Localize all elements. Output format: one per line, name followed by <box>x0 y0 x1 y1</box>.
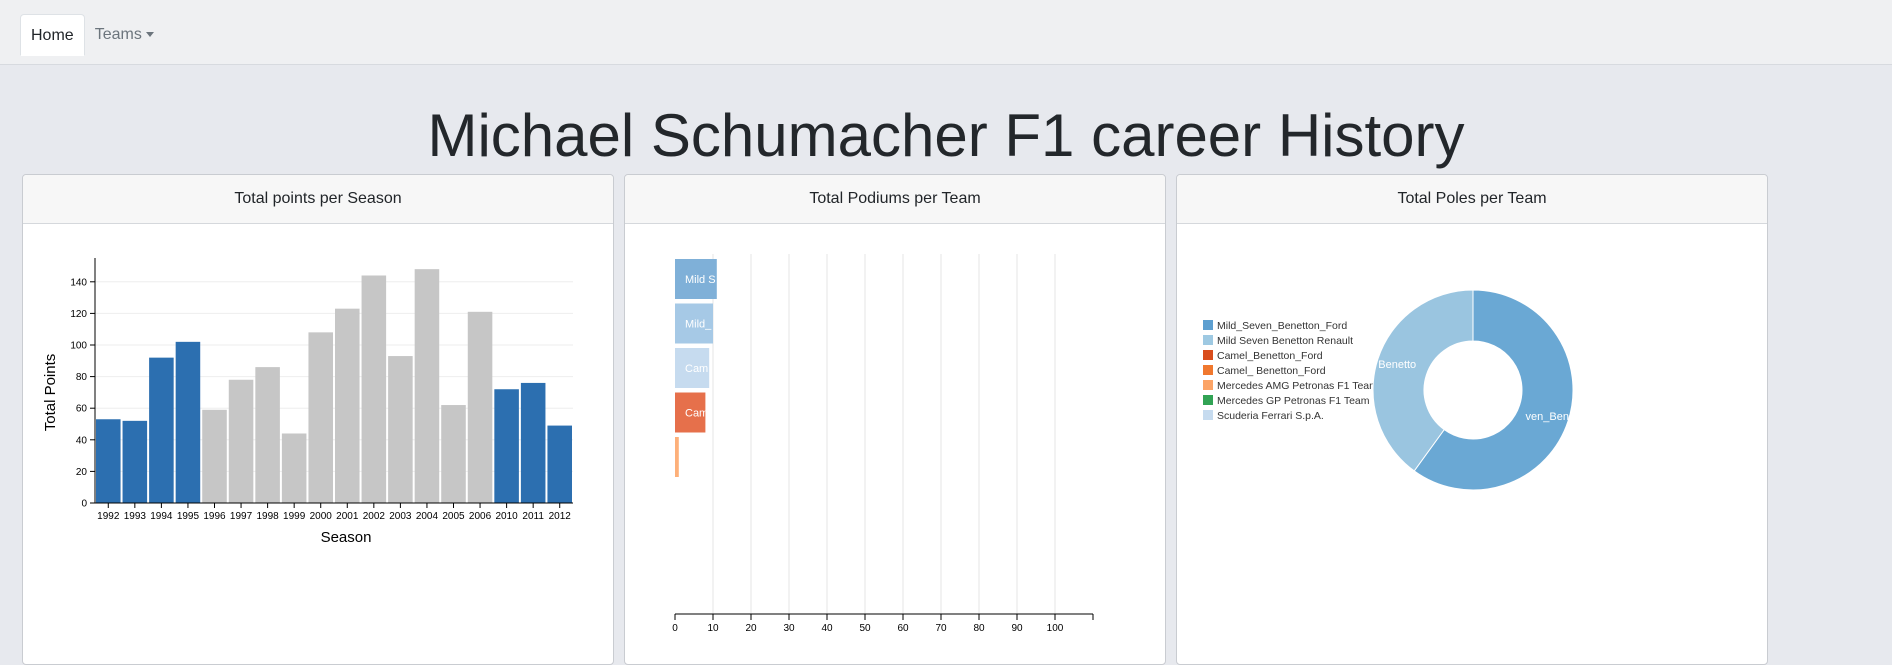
x-tick-label: 2005 <box>442 511 465 522</box>
page-title: Michael Schumacher F1 career History <box>427 102 1465 169</box>
x-tick-label: 2011 <box>522 511 544 522</box>
x-tick-label: 2012 <box>549 511 572 522</box>
x-tick-label: 60 <box>897 623 909 634</box>
podiums-bar-chart: Mild S Mild_ Cam Cam 0 10 20 30 40 50 60 70 80 90 100 <box>672 254 1094 634</box>
legend-swatch <box>1203 320 1213 330</box>
podiums-card-title: Total Podiums per Team <box>625 175 1165 224</box>
x-tick-label: 2006 <box>469 511 492 522</box>
season-bar <box>175 341 201 503</box>
x-tick-label: 1995 <box>177 511 200 522</box>
x-tick-label: 1994 <box>150 511 173 522</box>
donut-slice-label: n Benetto <box>1369 359 1416 371</box>
podium-bar-label: Mild S <box>685 274 716 286</box>
podiums-per-team-card: Total Podiums per Team Mild S Mild_ Cam Cam… <box>624 174 1166 665</box>
legend-swatch <box>1203 365 1213 375</box>
x-tick-label: 1996 <box>203 511 226 522</box>
x-tick-label: 90 <box>1011 623 1023 634</box>
legend-label: Mercedes AMG Petronas F1 Team <box>1217 380 1378 392</box>
podium-bar-label: Cam <box>685 408 708 420</box>
x-axis-title: Season <box>321 529 372 546</box>
points-card-title: Total points per Season <box>23 175 613 224</box>
season-bar <box>388 356 413 503</box>
teams-dropdown-label: Teams <box>94 26 142 43</box>
legend-swatch <box>1203 410 1213 420</box>
season-bar <box>308 332 333 503</box>
season-bar <box>494 389 519 503</box>
y-tick-label: 100 <box>70 341 87 352</box>
x-tick-label: 1997 <box>230 511 253 522</box>
season-bar <box>122 420 148 503</box>
x-tick-label: 40 <box>821 623 833 634</box>
legend-label: Mild Seven Benetton Renault <box>1217 335 1353 347</box>
nav-tabs: Home Teams <box>20 14 164 56</box>
legend-label: Camel_Benetton_Ford <box>1217 350 1323 362</box>
poles-per-team-card: Total Poles per Team Mild_Seven_Benetton… <box>1176 174 1768 665</box>
x-tick-label: 1999 <box>283 511 306 522</box>
season-bar <box>361 275 387 503</box>
season-bar <box>96 419 121 503</box>
season-bar <box>202 409 227 503</box>
poles-donut-chart: Mild_Seven_Benetton_Ford Mild Seven Benet… <box>1203 289 1582 491</box>
x-tick-label: 70 <box>935 623 947 634</box>
poles-card-title: Total Poles per Team <box>1177 175 1767 224</box>
donut-slice-label: ven_Benett <box>1526 411 1582 423</box>
legend-label: Scuderia Ferrari S.p.A. <box>1217 410 1324 422</box>
legend-swatch <box>1203 380 1213 390</box>
x-tick-label: 2001 <box>336 511 359 522</box>
caret-down-icon <box>145 32 154 38</box>
legend-label: Camel_ Benetton_Ford <box>1217 365 1326 377</box>
podium-bar-label: Cam <box>685 363 708 375</box>
y-tick-label: 0 <box>81 499 87 510</box>
season-bar <box>281 433 307 503</box>
legend-label: Mercedes GP Petronas F1 Team <box>1217 395 1370 407</box>
x-tick-label: 2000 <box>310 511 333 522</box>
x-tick-label: 2010 <box>495 511 518 522</box>
x-tick-label: 2002 <box>363 511 386 522</box>
x-tick-label: 0 <box>672 623 678 634</box>
season-bar <box>467 311 493 503</box>
season-bar <box>335 308 360 503</box>
x-tick-label: 10 <box>707 623 719 634</box>
teams-dropdown[interactable]: Teams <box>85 14 164 56</box>
x-tick-label: 1993 <box>124 511 147 522</box>
x-tick-label: 80 <box>973 623 985 634</box>
y-tick-label: 60 <box>76 404 88 415</box>
y-tick-label: 80 <box>76 372 88 383</box>
season-bar <box>414 269 440 503</box>
tab-home[interactable]: Home <box>20 14 85 56</box>
top-navbar: Home Teams <box>0 0 1892 65</box>
season-bar <box>149 357 174 503</box>
podium-bar <box>675 437 679 477</box>
y-tick-label: 140 <box>70 277 87 288</box>
season-bar <box>228 379 254 503</box>
points-per-season-card: Total points per Season 1992 1993 1994 1995… <box>22 174 614 665</box>
season-bar <box>520 382 546 503</box>
legend-swatch <box>1203 350 1213 360</box>
x-tick-label: 1998 <box>256 511 279 522</box>
legend-swatch <box>1203 335 1213 345</box>
y-axis-title: Total Points <box>42 354 59 432</box>
x-tick-label: 1992 <box>97 511 120 522</box>
x-tick-label: 2003 <box>389 511 412 522</box>
season-bar <box>255 367 280 503</box>
x-tick-label: 30 <box>783 623 795 634</box>
season-bar <box>441 405 466 503</box>
legend-swatch <box>1203 395 1213 405</box>
y-tick-label: 120 <box>70 309 87 320</box>
x-tick-label: 100 <box>1047 623 1064 634</box>
y-tick-label: 40 <box>76 435 88 446</box>
x-tick-label: 2004 <box>416 511 439 522</box>
y-tick-label: 20 <box>76 467 88 478</box>
points-bar-chart: 1992 1993 1994 1995 1996 1997 1998 1999 2000 2001… <box>42 258 573 546</box>
x-tick-label: 50 <box>859 623 871 634</box>
podium-bar-label: Mild_ <box>685 319 712 331</box>
x-tick-label: 20 <box>745 623 757 634</box>
legend-label: Mild_Seven_Benetton_Ford <box>1217 320 1347 332</box>
season-bar <box>547 425 572 503</box>
